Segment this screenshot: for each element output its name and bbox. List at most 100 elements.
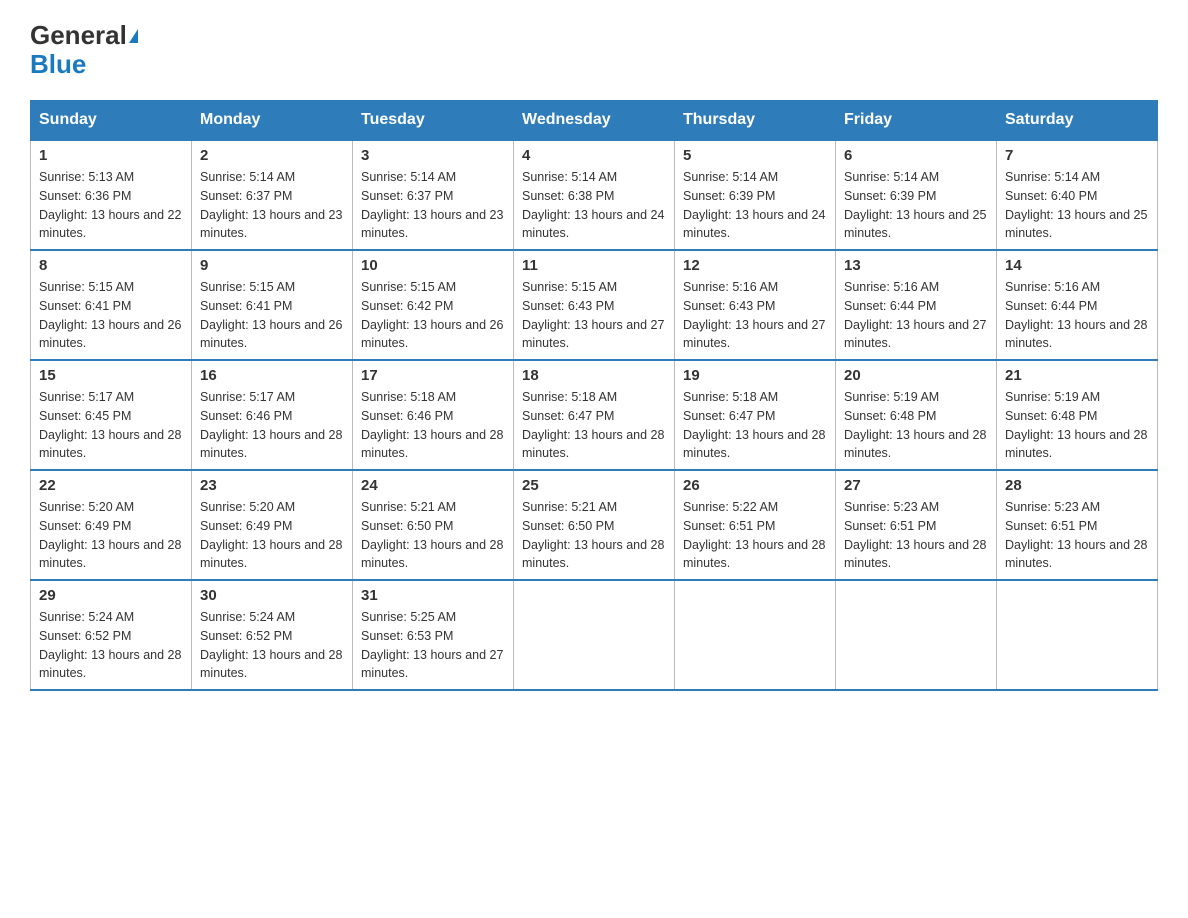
day-info: Sunrise: 5:19 AM Sunset: 6:48 PM Dayligh… bbox=[1005, 388, 1149, 463]
day-number: 17 bbox=[361, 367, 505, 384]
calendar-cell: 11 Sunrise: 5:15 AM Sunset: 6:43 PM Dayl… bbox=[514, 250, 675, 360]
day-number: 22 bbox=[39, 477, 183, 494]
day-number: 28 bbox=[1005, 477, 1149, 494]
day-number: 30 bbox=[200, 587, 344, 604]
calendar-cell: 25 Sunrise: 5:21 AM Sunset: 6:50 PM Dayl… bbox=[514, 470, 675, 580]
day-info: Sunrise: 5:25 AM Sunset: 6:53 PM Dayligh… bbox=[361, 608, 505, 683]
day-number: 9 bbox=[200, 257, 344, 274]
header-saturday: Saturday bbox=[997, 101, 1158, 141]
logo-triangle-icon bbox=[129, 29, 138, 43]
calendar-cell: 9 Sunrise: 5:15 AM Sunset: 6:41 PM Dayli… bbox=[192, 250, 353, 360]
calendar-header-row: SundayMondayTuesdayWednesdayThursdayFrid… bbox=[31, 101, 1158, 141]
calendar-cell: 15 Sunrise: 5:17 AM Sunset: 6:45 PM Dayl… bbox=[31, 360, 192, 470]
day-number: 8 bbox=[39, 257, 183, 274]
calendar-cell: 20 Sunrise: 5:19 AM Sunset: 6:48 PM Dayl… bbox=[836, 360, 997, 470]
day-info: Sunrise: 5:15 AM Sunset: 6:42 PM Dayligh… bbox=[361, 278, 505, 353]
page-header: General Blue bbox=[30, 20, 1158, 80]
calendar-cell: 23 Sunrise: 5:20 AM Sunset: 6:49 PM Dayl… bbox=[192, 470, 353, 580]
day-info: Sunrise: 5:14 AM Sunset: 6:37 PM Dayligh… bbox=[200, 168, 344, 243]
calendar-table: SundayMondayTuesdayWednesdayThursdayFrid… bbox=[30, 100, 1158, 691]
header-wednesday: Wednesday bbox=[514, 101, 675, 141]
week-row-5: 29 Sunrise: 5:24 AM Sunset: 6:52 PM Dayl… bbox=[31, 580, 1158, 690]
day-number: 16 bbox=[200, 367, 344, 384]
day-number: 21 bbox=[1005, 367, 1149, 384]
calendar-cell: 31 Sunrise: 5:25 AM Sunset: 6:53 PM Dayl… bbox=[353, 580, 514, 690]
header-monday: Monday bbox=[192, 101, 353, 141]
day-number: 6 bbox=[844, 147, 988, 164]
day-number: 5 bbox=[683, 147, 827, 164]
calendar-cell: 10 Sunrise: 5:15 AM Sunset: 6:42 PM Dayl… bbox=[353, 250, 514, 360]
day-info: Sunrise: 5:23 AM Sunset: 6:51 PM Dayligh… bbox=[844, 498, 988, 573]
day-number: 7 bbox=[1005, 147, 1149, 164]
logo: General Blue bbox=[30, 20, 138, 80]
calendar-cell: 24 Sunrise: 5:21 AM Sunset: 6:50 PM Dayl… bbox=[353, 470, 514, 580]
day-number: 27 bbox=[844, 477, 988, 494]
day-info: Sunrise: 5:14 AM Sunset: 6:38 PM Dayligh… bbox=[522, 168, 666, 243]
header-tuesday: Tuesday bbox=[353, 101, 514, 141]
day-info: Sunrise: 5:14 AM Sunset: 6:39 PM Dayligh… bbox=[844, 168, 988, 243]
calendar-cell: 26 Sunrise: 5:22 AM Sunset: 6:51 PM Dayl… bbox=[675, 470, 836, 580]
week-row-1: 1 Sunrise: 5:13 AM Sunset: 6:36 PM Dayli… bbox=[31, 140, 1158, 250]
calendar-cell: 14 Sunrise: 5:16 AM Sunset: 6:44 PM Dayl… bbox=[997, 250, 1158, 360]
day-info: Sunrise: 5:24 AM Sunset: 6:52 PM Dayligh… bbox=[200, 608, 344, 683]
day-info: Sunrise: 5:14 AM Sunset: 6:40 PM Dayligh… bbox=[1005, 168, 1149, 243]
day-info: Sunrise: 5:14 AM Sunset: 6:37 PM Dayligh… bbox=[361, 168, 505, 243]
day-info: Sunrise: 5:16 AM Sunset: 6:44 PM Dayligh… bbox=[844, 278, 988, 353]
day-info: Sunrise: 5:23 AM Sunset: 6:51 PM Dayligh… bbox=[1005, 498, 1149, 573]
calendar-cell: 16 Sunrise: 5:17 AM Sunset: 6:46 PM Dayl… bbox=[192, 360, 353, 470]
calendar-cell: 13 Sunrise: 5:16 AM Sunset: 6:44 PM Dayl… bbox=[836, 250, 997, 360]
calendar-cell: 8 Sunrise: 5:15 AM Sunset: 6:41 PM Dayli… bbox=[31, 250, 192, 360]
header-thursday: Thursday bbox=[675, 101, 836, 141]
day-info: Sunrise: 5:17 AM Sunset: 6:45 PM Dayligh… bbox=[39, 388, 183, 463]
calendar-cell: 29 Sunrise: 5:24 AM Sunset: 6:52 PM Dayl… bbox=[31, 580, 192, 690]
calendar-cell: 28 Sunrise: 5:23 AM Sunset: 6:51 PM Dayl… bbox=[997, 470, 1158, 580]
calendar-cell bbox=[836, 580, 997, 690]
calendar-cell: 17 Sunrise: 5:18 AM Sunset: 6:46 PM Dayl… bbox=[353, 360, 514, 470]
day-info: Sunrise: 5:19 AM Sunset: 6:48 PM Dayligh… bbox=[844, 388, 988, 463]
calendar-cell: 18 Sunrise: 5:18 AM Sunset: 6:47 PM Dayl… bbox=[514, 360, 675, 470]
calendar-cell: 12 Sunrise: 5:16 AM Sunset: 6:43 PM Dayl… bbox=[675, 250, 836, 360]
calendar-cell: 3 Sunrise: 5:14 AM Sunset: 6:37 PM Dayli… bbox=[353, 140, 514, 250]
day-number: 24 bbox=[361, 477, 505, 494]
day-info: Sunrise: 5:15 AM Sunset: 6:43 PM Dayligh… bbox=[522, 278, 666, 353]
day-info: Sunrise: 5:18 AM Sunset: 6:46 PM Dayligh… bbox=[361, 388, 505, 463]
day-number: 14 bbox=[1005, 257, 1149, 274]
day-info: Sunrise: 5:21 AM Sunset: 6:50 PM Dayligh… bbox=[522, 498, 666, 573]
day-number: 1 bbox=[39, 147, 183, 164]
day-number: 15 bbox=[39, 367, 183, 384]
day-number: 4 bbox=[522, 147, 666, 164]
day-info: Sunrise: 5:18 AM Sunset: 6:47 PM Dayligh… bbox=[522, 388, 666, 463]
calendar-cell: 19 Sunrise: 5:18 AM Sunset: 6:47 PM Dayl… bbox=[675, 360, 836, 470]
calendar-cell bbox=[675, 580, 836, 690]
calendar-cell: 7 Sunrise: 5:14 AM Sunset: 6:40 PM Dayli… bbox=[997, 140, 1158, 250]
calendar-cell: 1 Sunrise: 5:13 AM Sunset: 6:36 PM Dayli… bbox=[31, 140, 192, 250]
day-number: 11 bbox=[522, 257, 666, 274]
day-number: 2 bbox=[200, 147, 344, 164]
day-number: 18 bbox=[522, 367, 666, 384]
day-info: Sunrise: 5:20 AM Sunset: 6:49 PM Dayligh… bbox=[200, 498, 344, 573]
day-info: Sunrise: 5:15 AM Sunset: 6:41 PM Dayligh… bbox=[200, 278, 344, 353]
calendar-cell: 22 Sunrise: 5:20 AM Sunset: 6:49 PM Dayl… bbox=[31, 470, 192, 580]
calendar-cell: 21 Sunrise: 5:19 AM Sunset: 6:48 PM Dayl… bbox=[997, 360, 1158, 470]
day-number: 25 bbox=[522, 477, 666, 494]
day-info: Sunrise: 5:18 AM Sunset: 6:47 PM Dayligh… bbox=[683, 388, 827, 463]
day-info: Sunrise: 5:17 AM Sunset: 6:46 PM Dayligh… bbox=[200, 388, 344, 463]
day-number: 23 bbox=[200, 477, 344, 494]
week-row-2: 8 Sunrise: 5:15 AM Sunset: 6:41 PM Dayli… bbox=[31, 250, 1158, 360]
day-number: 31 bbox=[361, 587, 505, 604]
calendar-cell: 30 Sunrise: 5:24 AM Sunset: 6:52 PM Dayl… bbox=[192, 580, 353, 690]
day-number: 20 bbox=[844, 367, 988, 384]
header-sunday: Sunday bbox=[31, 101, 192, 141]
logo-blue: Blue bbox=[30, 49, 86, 80]
header-friday: Friday bbox=[836, 101, 997, 141]
day-number: 29 bbox=[39, 587, 183, 604]
day-number: 19 bbox=[683, 367, 827, 384]
calendar-cell: 5 Sunrise: 5:14 AM Sunset: 6:39 PM Dayli… bbox=[675, 140, 836, 250]
day-number: 26 bbox=[683, 477, 827, 494]
calendar-cell: 6 Sunrise: 5:14 AM Sunset: 6:39 PM Dayli… bbox=[836, 140, 997, 250]
day-info: Sunrise: 5:14 AM Sunset: 6:39 PM Dayligh… bbox=[683, 168, 827, 243]
day-info: Sunrise: 5:16 AM Sunset: 6:43 PM Dayligh… bbox=[683, 278, 827, 353]
calendar-cell bbox=[514, 580, 675, 690]
day-info: Sunrise: 5:16 AM Sunset: 6:44 PM Dayligh… bbox=[1005, 278, 1149, 353]
day-info: Sunrise: 5:22 AM Sunset: 6:51 PM Dayligh… bbox=[683, 498, 827, 573]
